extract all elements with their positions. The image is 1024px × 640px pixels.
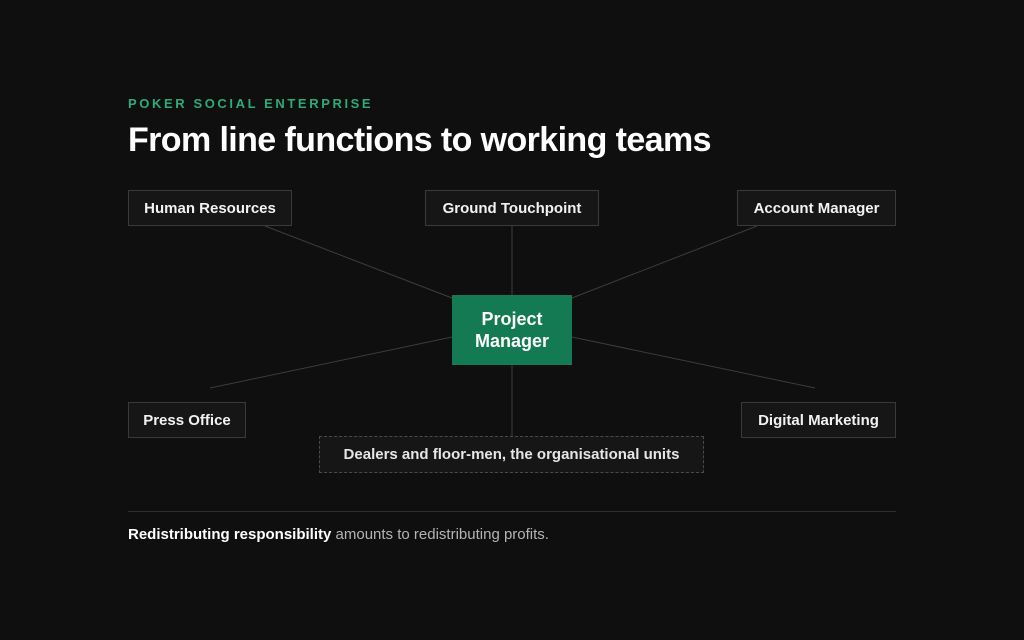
node-press-office: Press Office	[128, 402, 246, 438]
connector-human-resources	[264, 225, 453, 299]
node-account-manager: Account Manager	[737, 190, 896, 226]
footer-emphasis: Redistributing responsibility	[128, 526, 332, 543]
connector-account-manager	[571, 225, 758, 299]
node-project-manager: Project Manager	[452, 295, 572, 365]
connector-press-office	[209, 336, 453, 389]
footer-divider	[128, 511, 896, 512]
footer-caption: Redistributing responsibility amounts to…	[128, 526, 549, 543]
node-organisational-units: Dealers and floor-men, the organisationa…	[319, 436, 704, 473]
node-ground-touchpoint: Ground Touchpoint	[425, 190, 599, 226]
connector-digital-marketing	[571, 336, 816, 389]
node-human-resources: Human Resources	[128, 190, 292, 226]
node-digital-marketing: Digital Marketing	[741, 402, 896, 438]
footer-rest: amounts to redistributing profits.	[331, 526, 549, 543]
